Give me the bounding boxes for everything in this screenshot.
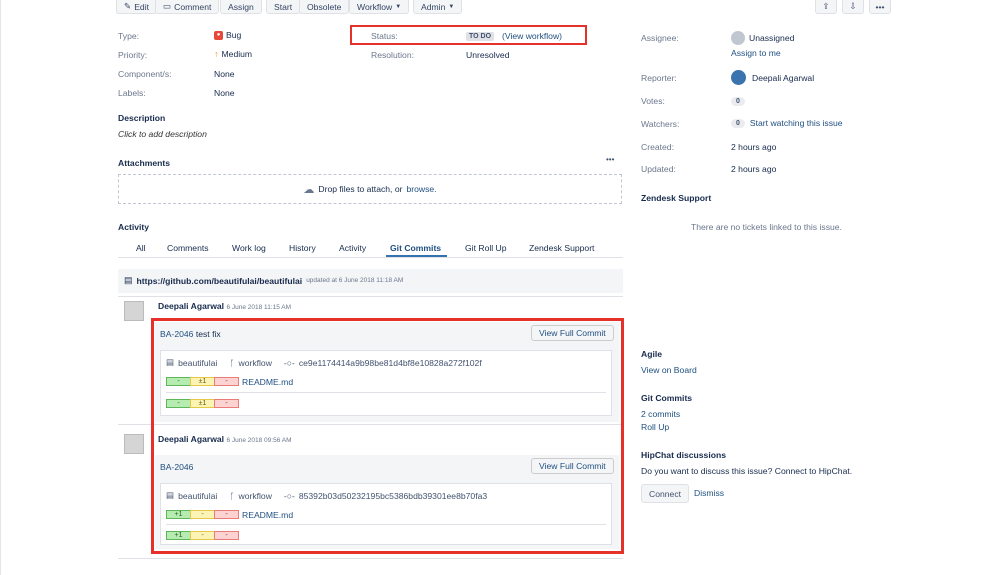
- browse-link[interactable]: browse.: [406, 184, 436, 194]
- assignee-value: Unassigned: [731, 31, 794, 45]
- bug-icon: ●: [214, 30, 223, 40]
- more-icon: •••: [875, 1, 885, 12]
- type-value: ● Bug: [214, 30, 241, 40]
- watchers-value: 0 Start watching this issue: [731, 118, 843, 128]
- tab-comments[interactable]: Comments: [167, 243, 209, 253]
- avatar-icon: [731, 31, 745, 45]
- updated-value: 2 hours ago: [731, 164, 777, 174]
- obsolete-button[interactable]: Obsolete: [299, 0, 350, 14]
- repo-header-content: ▤ https://github.com/beautifulai/beautif…: [124, 275, 403, 286]
- tab-work-log[interactable]: Work log: [232, 243, 266, 253]
- admin-dropdown[interactable]: Admin ▼: [413, 0, 463, 14]
- status-label: Status:: [371, 31, 398, 41]
- connect-button[interactable]: Connect: [641, 484, 690, 503]
- pencil-icon: ✎: [124, 1, 132, 11]
- components-value: None: [214, 69, 235, 79]
- tab-git-roll-up[interactable]: Git Roll Up: [465, 243, 507, 253]
- tab-history[interactable]: History: [289, 243, 316, 253]
- priority-value: ↑ Medium: [214, 49, 253, 59]
- resolution-label: Resolution:: [371, 50, 414, 60]
- comment-icon: ▭: [163, 1, 172, 11]
- tab-all[interactable]: All: [136, 243, 146, 253]
- votes-badge[interactable]: 0: [731, 95, 745, 106]
- git-commits-heading: Git Commits: [641, 393, 693, 403]
- more-actions-button[interactable]: •••: [869, 0, 891, 14]
- commits-count-link[interactable]: 2 commits: [641, 409, 680, 419]
- updated-label: Updated:: [641, 164, 676, 174]
- avatar-icon: [731, 70, 746, 85]
- activity-heading: Activity: [118, 222, 150, 232]
- start-watching-link[interactable]: Start watching this issue: [750, 118, 843, 128]
- reporter-value: Deepali Agarwal: [731, 70, 814, 85]
- components-label: Component/s:: [118, 69, 172, 79]
- start-button[interactable]: Start: [266, 0, 301, 14]
- assignee-label: Assignee:: [641, 33, 679, 43]
- commits-highlight-box: [151, 318, 624, 554]
- commit-time: 6 June 2018 11:15 AM: [226, 304, 292, 311]
- labels-value: None: [214, 88, 235, 98]
- chevron-down-icon: ▼: [448, 3, 455, 10]
- repo-divider: [118, 296, 623, 297]
- upload-cloud-icon: ☁: [303, 183, 315, 196]
- avatar: [124, 301, 144, 321]
- chevron-down-icon: ▼: [395, 3, 402, 10]
- tab-git-commits[interactable]: Git Commits: [390, 243, 441, 253]
- repo-updated: updated at 6 June 2018 11:18 AM: [306, 277, 404, 284]
- created-label: Created:: [641, 142, 674, 152]
- dismiss-link[interactable]: Dismiss: [694, 488, 724, 498]
- share-button[interactable]: ⇪: [815, 0, 837, 14]
- watchers-badge[interactable]: 0: [731, 118, 745, 128]
- hipchat-text: Do you want to discuss this issue? Conne…: [641, 466, 853, 476]
- labels-label: Labels:: [118, 88, 146, 98]
- agile-heading: Agile: [641, 349, 663, 359]
- export-button[interactable]: ⇩: [842, 0, 864, 14]
- votes-label: Votes:: [641, 96, 665, 106]
- commit-author[interactable]: Deepali Agarwal: [158, 301, 224, 311]
- comment-button[interactable]: ▭ Comment: [155, 0, 220, 14]
- assign-to-me-link[interactable]: Assign to me: [731, 48, 781, 58]
- attachment-dropzone[interactable]: ☁ Drop files to attach, or browse.: [118, 174, 622, 204]
- status-lozenge: TO DO: [466, 30, 495, 41]
- tab-zendesk-support[interactable]: Zendesk Support: [529, 243, 594, 253]
- tab-activity[interactable]: Activity: [339, 243, 366, 253]
- commit-divider: [118, 558, 623, 559]
- description-heading: Description: [118, 113, 166, 123]
- page-edge: [0, 0, 1, 575]
- avatar: [124, 434, 144, 454]
- zendesk-heading: Zendesk Support: [641, 193, 712, 203]
- workflow-dropdown[interactable]: Workflow ▼: [349, 0, 410, 14]
- description-placeholder[interactable]: Click to add description: [118, 129, 207, 139]
- view-workflow-link[interactable]: (View workflow): [502, 31, 562, 41]
- attachments-more-icon[interactable]: •••: [606, 155, 614, 164]
- roll-up-link[interactable]: Roll Up: [641, 422, 669, 432]
- created-value: 2 hours ago: [731, 142, 777, 152]
- attachments-heading: Attachments: [118, 158, 171, 168]
- watchers-label: Watchers:: [641, 119, 680, 129]
- edit-button[interactable]: ✎ Edit: [116, 0, 158, 14]
- priority-label: Priority:: [118, 50, 148, 60]
- tabs-divider: [118, 257, 623, 258]
- priority-arrow-icon: ↑: [214, 49, 219, 59]
- repo-icon: ▤: [124, 275, 133, 285]
- zendesk-empty-text: There are no tickets linked to this issu…: [691, 222, 842, 232]
- reporter-label: Reporter:: [641, 73, 677, 83]
- hipchat-heading: HipChat discussions: [641, 450, 726, 460]
- commit-1-header: Deepali Agarwal 6 June 2018 11:15 AM: [158, 301, 291, 311]
- repo-url[interactable]: https://github.com/beautifulai/beautiful…: [137, 276, 303, 286]
- view-on-board-link[interactable]: View on Board: [641, 365, 697, 375]
- assign-button[interactable]: Assign: [220, 0, 262, 14]
- type-label: Type:: [118, 31, 140, 41]
- share-icon: ⇪: [822, 1, 830, 11]
- export-icon: ⇩: [849, 1, 857, 11]
- resolution-value: Unresolved: [466, 50, 510, 60]
